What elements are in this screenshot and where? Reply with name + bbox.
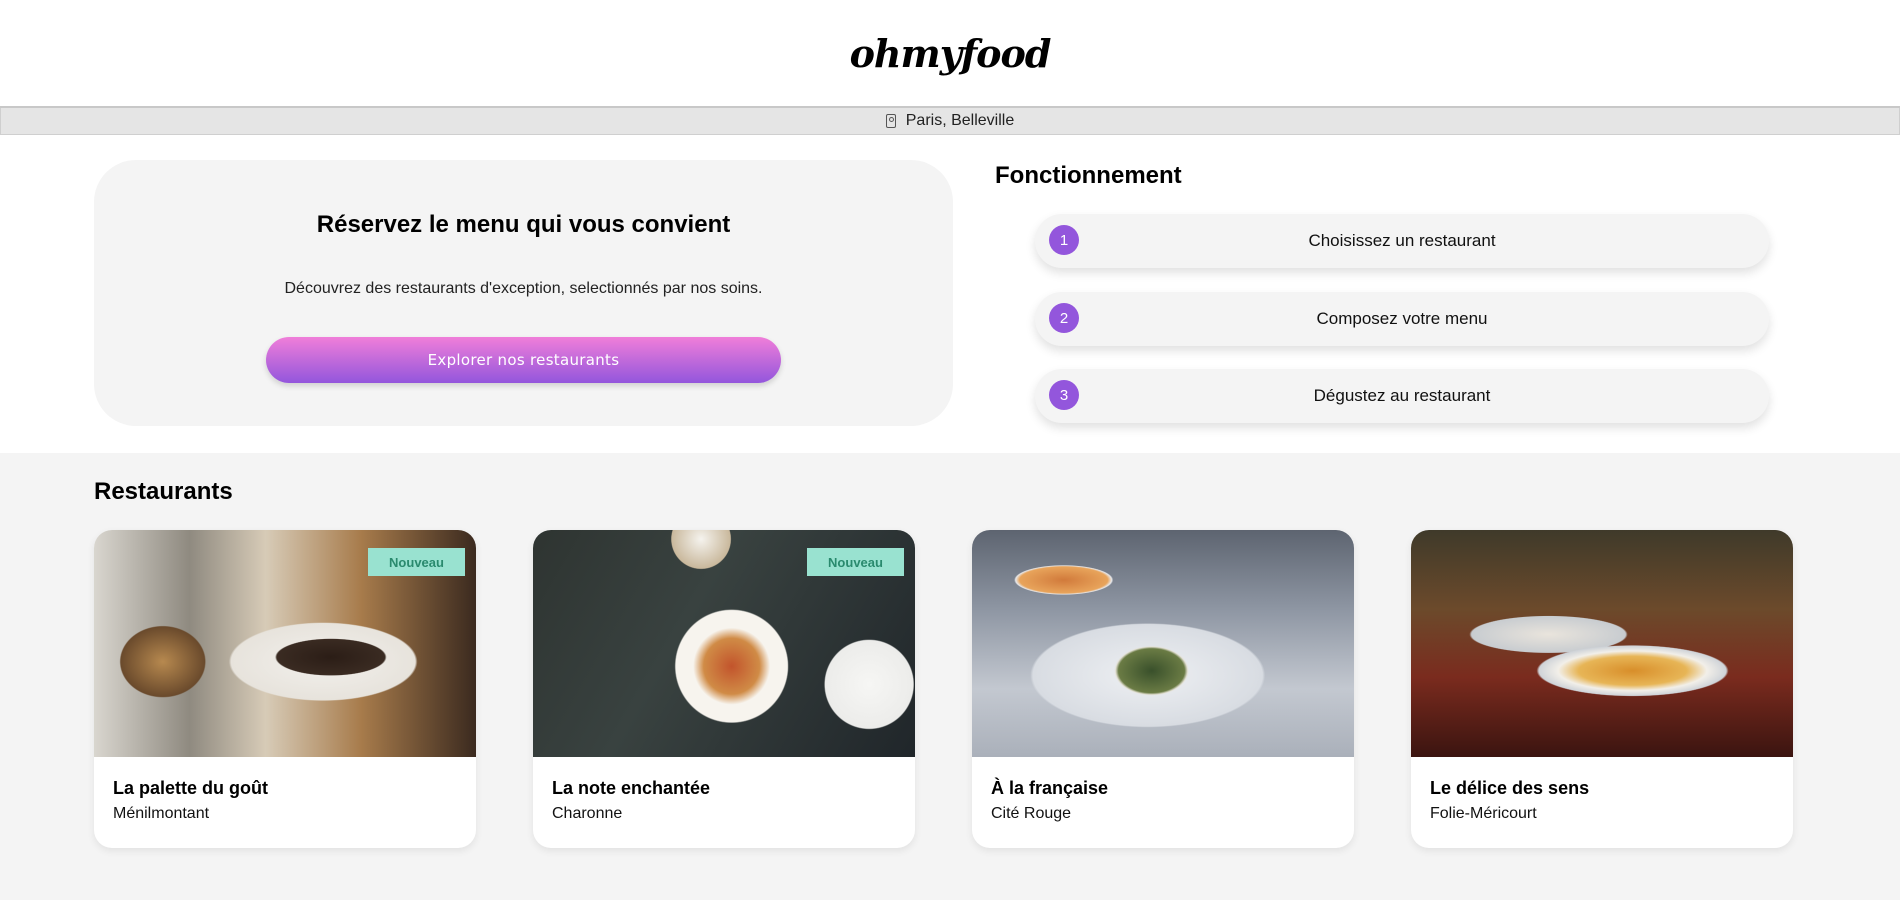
restaurant-area: Folie-Méricourt (1430, 805, 1537, 822)
logo[interactable]: ohmyfood (850, 31, 1052, 76)
step-number-badge: 1 (1049, 225, 1079, 255)
step-item: 3 Dégustez au restaurant (1035, 369, 1769, 423)
restaurant-card[interactable]: Nouveau La palette du goût Ménilmontant (94, 530, 476, 848)
restaurants-section: Restaurants Nouveau La palette du goût M… (0, 453, 1900, 900)
hero-text: Découvrez des restaurants d'exception, s… (284, 280, 763, 297)
restaurant-photo: Nouveau (533, 530, 915, 757)
step-label: Dégustez au restaurant (1313, 386, 1491, 405)
site-header: ohmyfood (0, 0, 1900, 108)
hero-title: Réservez le menu qui vous convient (316, 211, 731, 238)
step-number-badge: 3 (1049, 380, 1079, 410)
new-badge: Nouveau (368, 548, 465, 576)
restaurant-area: Charonne (552, 805, 623, 822)
restaurant-card[interactable]: Nouveau La note enchantée Charonne (533, 530, 915, 848)
restaurant-photo: Nouveau (94, 530, 476, 757)
restaurant-name: À la française (991, 778, 1109, 798)
location-bar: Paris, Belleville (0, 108, 1900, 135)
restaurant-name: La palette du goût (113, 778, 268, 798)
restaurant-photo (1411, 530, 1793, 757)
step-item: 2 Composez votre menu (1035, 292, 1769, 346)
steps-title: Fonctionnement (995, 162, 1182, 189)
restaurant-photo (972, 530, 1354, 757)
step-label: Composez votre menu (1316, 309, 1488, 328)
step-number-badge: 2 (1049, 303, 1079, 333)
restaurant-card[interactable]: À la française Cité Rouge (972, 530, 1354, 848)
step-label: Choisissez un restaurant (1308, 231, 1496, 250)
restaurant-area: Ménilmontant (113, 805, 210, 822)
explore-restaurants-button[interactable]: Explorer nos restaurants (266, 337, 781, 383)
hero-card: Réservez le menu qui vous convient Décou… (94, 160, 953, 426)
location-text: Paris, Belleville (905, 112, 1015, 129)
restaurant-card[interactable]: Le délice des sens Folie-Méricourt (1411, 530, 1793, 848)
restaurants-title: Restaurants (94, 478, 233, 505)
restaurant-name: Le délice des sens (1430, 778, 1590, 798)
location-pin-icon (885, 114, 896, 128)
new-badge: Nouveau (807, 548, 904, 576)
top-section: Réservez le menu qui vous convient Décou… (0, 135, 1900, 453)
restaurant-name: La note enchantée (552, 778, 711, 798)
step-item: 1 Choisissez un restaurant (1035, 214, 1769, 268)
restaurant-area: Cité Rouge (991, 805, 1072, 822)
